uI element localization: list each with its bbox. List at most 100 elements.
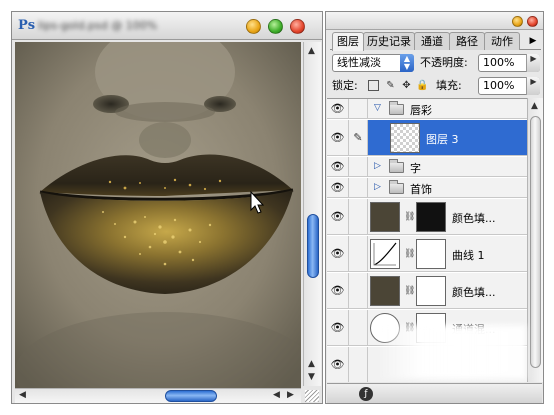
document-titlebar[interactable]: Ps lips-gold.psd @ 100% [12, 12, 322, 40]
lock-image-brush-icon[interactable]: ✎ [384, 79, 397, 92]
eye-icon[interactable]: 👁 [327, 236, 349, 271]
canvas-vertical-scrollbar[interactable]: ▲ ▲ ▼ [303, 42, 321, 386]
layer-row-group-jewelry[interactable]: 👁 ▷ 首饰 [327, 178, 527, 198]
lock-all-icon[interactable]: 🔒 [416, 79, 429, 92]
scroll-left-icon[interactable]: ◀ [19, 390, 26, 400]
lips-photo [15, 42, 301, 388]
link-cell [349, 236, 368, 271]
folder-icon [389, 159, 404, 173]
zoom-button[interactable] [268, 19, 283, 34]
photoshop-document-icon: Ps [18, 18, 36, 33]
folder-icon [389, 101, 404, 115]
layer-mask-thumbnail [416, 202, 446, 232]
layer-name: 唇彩 [410, 104, 432, 117]
fill-swatch-thumbnail [370, 276, 400, 306]
opacity-field[interactable]: 100% ▶ [478, 54, 540, 72]
horizontal-scroll-thumb[interactable] [165, 390, 217, 402]
tab-channels[interactable]: 通道 [414, 32, 450, 50]
link-cell [349, 310, 368, 345]
scroll-down-icon[interactable]: ▼ [308, 372, 315, 382]
layer-mask-thumbnail [416, 239, 446, 269]
lock-label: 锁定: [332, 79, 358, 92]
layer-name-area[interactable]: ▷ 字 [368, 157, 527, 176]
layer-name: 颜色填... [452, 212, 496, 225]
layer-name-area[interactable]: ▷ 首饰 [368, 178, 527, 197]
layers-vertical-scrollbar[interactable]: ▲ [527, 98, 543, 382]
opacity-dropdown-icon[interactable]: ▶ [526, 54, 540, 72]
opacity-label: 不透明度: [420, 56, 468, 69]
palette-titlebar[interactable] [326, 12, 543, 30]
tab-paths[interactable]: 路径 [449, 32, 485, 50]
scroll-up-icon[interactable]: ▲ [308, 46, 315, 56]
layers-scroll-thumb[interactable] [530, 116, 541, 368]
fill-label: 填充: [436, 79, 462, 92]
fill-value: 100% [483, 79, 515, 92]
layer-name-area[interactable]: ⛓ 颜色填... [368, 199, 527, 234]
eye-icon[interactable]: 👁 [327, 199, 349, 234]
scroll-left-icon-right[interactable]: ◀ [273, 390, 280, 400]
layer-name: 首饰 [410, 183, 432, 196]
layer-mask-thumbnail [416, 276, 446, 306]
layer-name-area[interactable]: ▽ 唇彩 [368, 99, 527, 118]
layer-row-group-lipcolor[interactable]: 👁 ▽ 唇彩 [327, 99, 527, 119]
close-button[interactable] [290, 19, 305, 34]
watermark-overlay [376, 325, 526, 379]
resize-grip[interactable] [305, 390, 319, 402]
lock-transparency-icon[interactable] [368, 80, 379, 91]
eye-icon[interactable]: 👁 [327, 310, 349, 345]
layer-name: 颜色填... [452, 286, 496, 299]
eye-icon[interactable]: 👁 [327, 347, 349, 382]
layer-row-layer3[interactable]: 👁 ✎ 图层 3 [327, 120, 527, 156]
blend-mode-row: 线性减淡 ▲ ▼ 不透明度: 100% ▶ [330, 53, 542, 73]
link-cell [349, 199, 368, 234]
vertical-scroll-thumb[interactable] [307, 214, 319, 278]
curves-adjustment-icon [370, 239, 400, 269]
link-icon: ⛓ [404, 212, 416, 222]
layer-row-group-text[interactable]: 👁 ▷ 字 [327, 157, 527, 177]
minimize-button[interactable] [246, 19, 261, 34]
scroll-up-icon-bottom[interactable]: ▲ [308, 359, 315, 369]
eye-icon[interactable]: 👁 [327, 99, 349, 118]
disclosure-expanded-icon[interactable]: ▽ [374, 103, 381, 113]
blend-mode-select[interactable]: 线性减淡 ▲ ▼ [332, 54, 414, 72]
layer-name: 曲线 1 [452, 249, 485, 262]
layer-name-area[interactable]: ⛓ 颜色填... [368, 273, 527, 308]
layer-row-color-fill-2[interactable]: 👁 ⛓ 颜色填... [327, 273, 527, 309]
link-icon: ⛓ [404, 249, 416, 259]
palette-bottom-bar: ƒ [327, 383, 542, 403]
disclosure-collapsed-icon[interactable]: ▷ [374, 182, 381, 192]
palette-collapse-button[interactable] [512, 16, 523, 27]
blend-mode-value: 线性减淡 [337, 56, 381, 69]
fill-field[interactable]: 100% ▶ [478, 77, 540, 95]
layer-name: 字 [410, 162, 421, 175]
scroll-right-icon[interactable]: ▶ [287, 390, 294, 400]
disclosure-collapsed-icon[interactable]: ▷ [374, 161, 381, 171]
link-cell [349, 273, 368, 308]
tab-history[interactable]: 历史记录 [363, 32, 415, 50]
layer-name-area[interactable]: ⛓ 曲线 1 [368, 236, 527, 271]
opacity-value: 100% [483, 56, 515, 69]
layer-row-curves-1[interactable]: 👁 ⛓ 曲线 1 [327, 236, 527, 272]
document-window: Ps lips-gold.psd @ 100% ▲ ▲ ▼ ◀ ◀ ▶ [11, 11, 323, 404]
eye-icon[interactable]: 👁 [327, 273, 349, 308]
canvas-horizontal-scrollbar[interactable]: ◀ ◀ ▶ [15, 388, 301, 403]
palette-tabs: 图层 历史记录 通道 路径 动作 ▶ [330, 32, 541, 51]
palette-menu-icon[interactable]: ▶ [526, 34, 540, 48]
folder-icon [389, 180, 404, 194]
link-layers-icon[interactable]: ƒ [359, 387, 373, 401]
lock-position-move-icon[interactable]: ✥ [400, 79, 413, 92]
image-canvas[interactable] [15, 42, 301, 388]
fill-swatch-thumbnail [370, 202, 400, 232]
eye-icon[interactable]: 👁 [327, 178, 349, 197]
palette-close-button[interactable] [527, 16, 538, 27]
layer-name-area[interactable]: 图层 3 [368, 120, 527, 155]
scroll-up-icon[interactable]: ▲ [531, 101, 538, 111]
link-cell [349, 178, 368, 197]
eye-icon[interactable]: 👁 [327, 157, 349, 176]
fill-dropdown-icon[interactable]: ▶ [526, 77, 540, 95]
lock-row: 锁定: ✎ ✥ 🔒 填充: 100% ▶ [330, 76, 542, 96]
tab-actions[interactable]: 动作 [484, 32, 520, 50]
layer-row-color-fill-1[interactable]: 👁 ⛓ 颜色填... [327, 199, 527, 235]
eye-icon[interactable]: 👁 [327, 120, 349, 155]
tab-layers[interactable]: 图层 [332, 32, 364, 51]
